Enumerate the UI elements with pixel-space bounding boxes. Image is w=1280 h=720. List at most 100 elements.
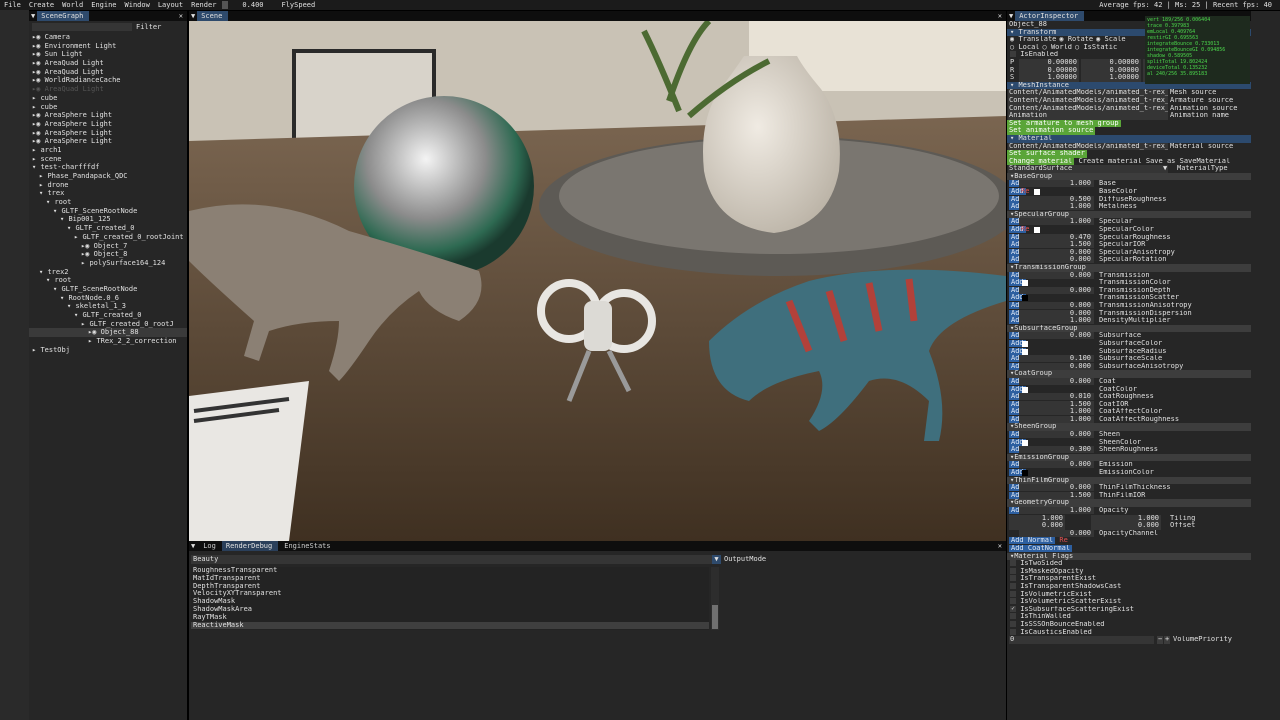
color-swatch[interactable]	[1034, 227, 1040, 234]
tree-item[interactable]: ▸◉ Environment Light	[29, 42, 187, 51]
group-header-label[interactable]: SheenGroup	[1014, 423, 1056, 430]
flyspeed-slider-handle[interactable]	[222, 1, 229, 9]
y-field[interactable]: 0.00000	[1081, 58, 1141, 67]
scene-viewport[interactable]	[189, 21, 1006, 541]
tree-item[interactable]: ▸ scene	[29, 155, 187, 164]
tree-item[interactable]: ▸ GLTF_created_0_rootJoint	[29, 233, 187, 242]
radio-translate[interactable]: ◉ Translate	[1010, 36, 1056, 43]
tree-item[interactable]: ▸◉ AreaQuad Light	[29, 59, 187, 68]
group-header-label[interactable]: TransmissionGroup	[1014, 264, 1086, 271]
set-surface-shader-button[interactable]: Set surface shader	[1007, 150, 1087, 158]
outputmode-option[interactable]: ReactiveMask	[191, 621, 709, 630]
menu-layout[interactable]: Layout	[154, 0, 187, 10]
outputmode-select[interactable]: Beauty ▼	[191, 555, 721, 564]
flag-checkbox[interactable]	[1010, 560, 1016, 567]
radio-rotate[interactable]: ◉ Rotate	[1059, 36, 1093, 43]
value-field[interactable]: 1.000	[1019, 203, 1094, 211]
value-field[interactable]: 0.000	[1019, 484, 1094, 492]
reset-icon[interactable]: Re	[1059, 537, 1067, 544]
material-header-label[interactable]: Material	[1018, 135, 1052, 142]
offset-y-field[interactable]: 0.000	[1091, 522, 1161, 530]
reset-icon[interactable]: Re	[1021, 226, 1029, 234]
flag-checkbox[interactable]	[1010, 567, 1016, 574]
flag-checkbox[interactable]	[1010, 575, 1016, 582]
color-swatch[interactable]	[1034, 189, 1040, 196]
tree-item[interactable]: ▸◉ AreaSphere Light	[29, 129, 187, 138]
tab-renderdebug[interactable]: RenderDebug	[221, 541, 279, 551]
path-field[interactable]: Content/AnimatedModels/animated_t-rex_di…	[1008, 96, 1168, 105]
material-source-field[interactable]: Content/AnimatedModels/animated_t-rex_di…	[1008, 142, 1168, 151]
tree-item[interactable]: ▾ test-charfffdf	[29, 163, 187, 172]
meshinstance-header-label[interactable]: MeshInstance	[1018, 82, 1069, 89]
tree-item[interactable]: ▸◉ AreaQuad Light	[29, 85, 187, 94]
tree-item[interactable]: ▾ GLTF_created_0	[29, 224, 187, 233]
actorinspector-tab[interactable]: ActorInspector	[1015, 11, 1085, 21]
reset-icon[interactable]: Re	[1021, 188, 1029, 196]
value-field[interactable]: 1.000	[1019, 218, 1094, 226]
tree-item[interactable]: ▾ root	[29, 276, 187, 285]
x-field[interactable]: 0.00000	[1019, 66, 1079, 75]
value-field[interactable]: 0.300	[1019, 446, 1094, 454]
value-field[interactable]: 0.500	[1019, 195, 1094, 203]
outputmode-option[interactable]: RoughnessTransparent	[191, 567, 709, 575]
menu-world[interactable]: World	[58, 0, 87, 10]
menu-render[interactable]: Render	[187, 0, 220, 10]
chevron-down-icon[interactable]: ▾	[1010, 135, 1014, 142]
value-field[interactable]: 1.000	[1019, 317, 1094, 325]
value-field[interactable]: 0.100	[1019, 355, 1094, 363]
menu-window[interactable]: Window	[121, 0, 154, 10]
chevron-down-icon[interactable]: ▾	[1010, 29, 1014, 36]
value-field[interactable]: 0.000	[1019, 301, 1094, 309]
tree-item[interactable]: ▸◉ AreaSphere Light	[29, 137, 187, 146]
tree-item[interactable]: ▸◉ Sun Light	[29, 50, 187, 59]
material-flags-label[interactable]: Material Flags	[1014, 553, 1073, 560]
tree-item[interactable]: ▾ skeletal_1_3	[29, 302, 187, 311]
value-field[interactable]: 0.000	[1019, 248, 1094, 256]
chevron-down-icon[interactable]: ▼	[1163, 165, 1167, 173]
group-header-label[interactable]: SpecularGroup	[1014, 211, 1069, 218]
tree-item[interactable]: ▸◉ Object_8	[29, 250, 187, 259]
close-icon[interactable]: ✕	[998, 541, 1002, 551]
set-armature-button[interactable]: Set armature to mesh group	[1007, 119, 1121, 128]
scrollbar-thumb[interactable]	[712, 605, 718, 629]
color-swatch[interactable]	[1022, 439, 1028, 446]
outputmode-option[interactable]: ShadowMask	[191, 597, 709, 606]
flag-checkbox[interactable]	[1010, 598, 1016, 605]
collapse-arrow-icon[interactable]: ▼	[189, 12, 197, 20]
toggle-world[interactable]: ○ World	[1043, 44, 1073, 51]
value-field[interactable]: 0.000	[1019, 332, 1094, 340]
tab-enginestats[interactable]: EngineStats	[278, 541, 336, 551]
toggle-isstatic[interactable]: ○ IsStatic	[1075, 44, 1117, 51]
scenegraph-tab[interactable]: SceneGraph	[37, 11, 90, 21]
tree-item[interactable]: ▸ Phase_Pandapack_QDC	[29, 172, 187, 181]
value-field[interactable]: 1.000	[1019, 415, 1094, 423]
value-field[interactable]: 1.000	[1019, 507, 1094, 514]
group-header-label[interactable]: GeometryGroup	[1014, 499, 1069, 506]
color-swatch[interactable]	[1022, 295, 1028, 302]
color-swatch[interactable]	[1022, 470, 1028, 477]
value-field[interactable]: 0.000	[1019, 286, 1094, 294]
flyspeed-value[interactable]: 0.400	[242, 1, 263, 9]
tree-item[interactable]: ▾ trex2	[29, 268, 187, 277]
value-field[interactable]: 0.000	[1019, 309, 1094, 317]
tree-item[interactable]: ▾ RootNode.0_6	[29, 294, 187, 303]
collapse-arrow-icon[interactable]: ▼	[29, 12, 37, 20]
tree-item[interactable]: ▾ trex	[29, 189, 187, 198]
tree-item[interactable]: ▸ drone	[29, 181, 187, 190]
value-field[interactable]: 0.000	[1019, 271, 1094, 279]
outputmode-option[interactable]: RayTMask	[191, 613, 709, 622]
change-material-button[interactable]: Change material	[1007, 157, 1075, 166]
tree-item[interactable]: ▾ GLTF_created_0	[29, 311, 187, 320]
tree-item[interactable]: ▸ TestObj	[29, 346, 187, 355]
set-animation-source-button[interactable]: Set animation source	[1007, 127, 1096, 135]
collapse-arrow-icon[interactable]: ▼	[189, 542, 197, 550]
tree-item[interactable]: ▸◉ AreaSphere Light	[29, 111, 187, 120]
y-field[interactable]: 0.00000	[1081, 66, 1141, 75]
value-field[interactable]: 0.000	[1019, 431, 1094, 439]
tree-item[interactable]: ▸ GLTF_created_0_rootJ	[29, 320, 187, 329]
close-icon[interactable]: ✕	[179, 11, 183, 21]
color-swatch[interactable]	[1022, 280, 1028, 287]
value-field[interactable]: 0.470	[1019, 233, 1094, 241]
value-field[interactable]: 1.000	[1019, 408, 1094, 416]
path-field[interactable]: Content/AnimatedModels/animated_t-rex_di…	[1008, 104, 1168, 113]
